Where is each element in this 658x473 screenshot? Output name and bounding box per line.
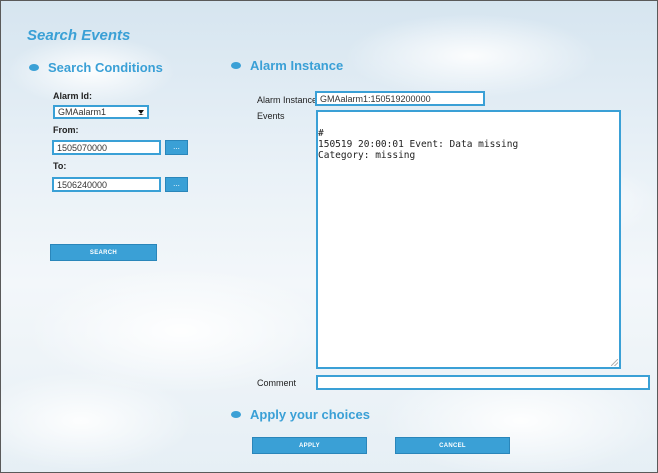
from-label: From: [53,125,79,135]
page-title: Search Events [27,27,131,44]
to-label: To: [53,161,67,171]
alarm-id-select[interactable]: GMAalarm1 [53,105,149,119]
events-line: Category: missing [318,150,416,161]
from-input[interactable]: 1505070000 [52,140,161,155]
to-input[interactable]: 1506240000 [52,177,161,192]
search-conditions-heading: Search Conditions [29,60,163,75]
search-conditions-title: Search Conditions [48,60,163,75]
alarm-instance-label: Alarm Instance [257,95,318,105]
events-label: Events [257,111,285,121]
alarm-id-label: Alarm Id: [53,91,93,101]
alarm-instance-heading: Alarm Instance [231,58,343,73]
bullet-icon [231,62,241,69]
bullet-icon [29,64,39,71]
cancel-button[interactable]: CANCEL [395,437,510,454]
alarm-instance-title: Alarm Instance [250,58,344,73]
apply-button[interactable]: APPLY [252,437,367,454]
resize-grip-icon[interactable] [611,359,618,366]
alarm-instance-input[interactable]: GMAalarm1:150519200000 [315,91,485,106]
chevron-down-icon [138,109,144,115]
events-textarea[interactable]: # 150519 20:00:01 Event: Data missing Ca… [316,110,621,369]
to-date-picker-button[interactable]: ... [165,177,188,192]
from-date-picker-button[interactable]: ... [165,140,188,155]
alarm-id-selected-value: GMAalarm1 [58,107,107,117]
apply-heading: Apply your choices [231,407,370,422]
to-input-value: 1506240000 [57,179,108,190]
search-button[interactable]: SEARCH [50,244,157,261]
apply-title: Apply your choices [250,407,370,422]
bullet-icon [231,411,241,418]
search-events-window: Search Events Search Conditions Alarm Id… [0,0,658,473]
alarm-instance-value: GMAalarm1:150519200000 [320,93,431,104]
comment-input[interactable] [316,375,650,390]
events-line: 150519 20:00:01 Event: Data missing [318,139,519,150]
events-line: # [318,128,324,139]
from-input-value: 1505070000 [57,142,108,153]
comment-label: Comment [257,378,297,388]
